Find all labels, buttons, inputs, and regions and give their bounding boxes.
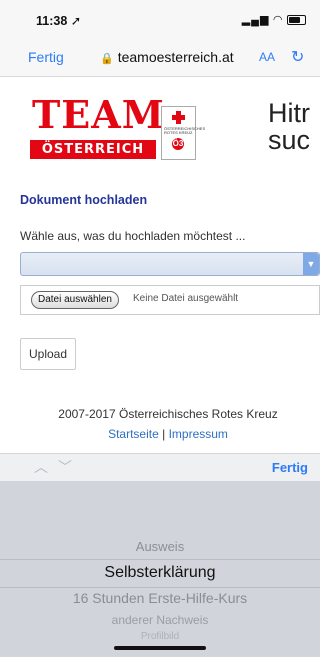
home-link[interactable]: Startseite bbox=[108, 427, 159, 441]
logo-subtitle: ÖSTERREICH bbox=[30, 140, 156, 159]
picker-option[interactable]: Ausweis bbox=[0, 539, 320, 554]
input-accessory-bar: ︿ ﹀ Fertig bbox=[0, 453, 320, 482]
footer-links: Startseite | Impressum bbox=[8, 427, 320, 441]
document-type-select[interactable]: ▼ bbox=[20, 252, 320, 276]
select-label: Wähle aus, was du hochladen möchtest ... bbox=[20, 229, 246, 243]
upload-button[interactable]: Upload bbox=[20, 338, 76, 370]
next-field-icon[interactable]: ﹀ bbox=[58, 457, 72, 477]
reload-icon[interactable]: ↻ bbox=[291, 47, 304, 67]
text-size-button[interactable]: AA bbox=[259, 50, 275, 64]
battery-icon bbox=[287, 15, 306, 26]
url-bar[interactable]: 🔒 teamoesterreich.at bbox=[100, 49, 234, 65]
url-text: teamoesterreich.at bbox=[117, 49, 234, 65]
chevron-down-icon: ▼ bbox=[303, 253, 319, 275]
status-icons: ▂▄▆ ◠ bbox=[242, 13, 306, 26]
logo-title: TEAM bbox=[32, 92, 165, 137]
select-picker[interactable]: Ausweis Selbsterklärung 16 Stunden Erste… bbox=[0, 481, 320, 657]
badge-text: ÖSTERREICHISCHES ROTES KREUZ bbox=[164, 126, 206, 135]
site-header: TEAM ÖSTERREICH ÖSTERREICHISCHES ROTES K… bbox=[0, 78, 320, 178]
picker-option[interactable]: 16 Stunden Erste-Hilfe-Kurs bbox=[0, 590, 320, 606]
hero-text: Hitr suc bbox=[268, 98, 311, 155]
browser-toolbar: Fertig 🔒 teamoesterreich.at AA ↻ bbox=[0, 38, 320, 77]
red-cross-icon bbox=[172, 111, 185, 124]
file-input: Datei auswählen Keine Datei ausgewählt bbox=[20, 285, 320, 315]
home-indicator[interactable] bbox=[114, 646, 206, 650]
picker-divider bbox=[0, 587, 320, 588]
picker-divider bbox=[0, 559, 320, 560]
oe3-logo-icon: Ö3 bbox=[172, 138, 184, 150]
previous-field-icon[interactable]: ︿ bbox=[34, 457, 48, 477]
wifi-icon: ◠ bbox=[273, 14, 283, 26]
accessory-done-button[interactable]: Fertig bbox=[272, 460, 308, 475]
footer-copyright: 2007-2017 Österreichisches Rotes Kreuz bbox=[58, 407, 278, 421]
lock-icon: 🔒 bbox=[100, 53, 114, 65]
signal-icon: ▂▄▆ bbox=[241, 14, 270, 26]
logo-badge: ÖSTERREICHISCHES ROTES KREUZ Ö3 bbox=[161, 106, 206, 160]
status-time: 11:38 ➚ bbox=[36, 14, 82, 28]
done-button[interactable]: Fertig bbox=[28, 49, 64, 65]
choose-file-button[interactable]: Datei auswählen bbox=[31, 291, 119, 309]
status-bar: 11:38 ➚ ▂▄▆ ◠ bbox=[0, 0, 320, 38]
file-status: Keine Datei ausgewählt bbox=[133, 293, 239, 304]
link-separator: | bbox=[158, 427, 169, 441]
picker-option[interactable]: anderer Nachweis bbox=[0, 613, 320, 627]
team-oesterreich-logo[interactable]: TEAM ÖSTERREICH ÖSTERREICHISCHES ROTES K… bbox=[24, 86, 206, 162]
imprint-link[interactable]: Impressum bbox=[169, 427, 228, 441]
page-title: Dokument hochladen bbox=[20, 193, 148, 207]
picker-option-selected[interactable]: Selbsterklärung bbox=[0, 564, 320, 582]
picker-option[interactable]: Profilbild bbox=[0, 631, 320, 642]
